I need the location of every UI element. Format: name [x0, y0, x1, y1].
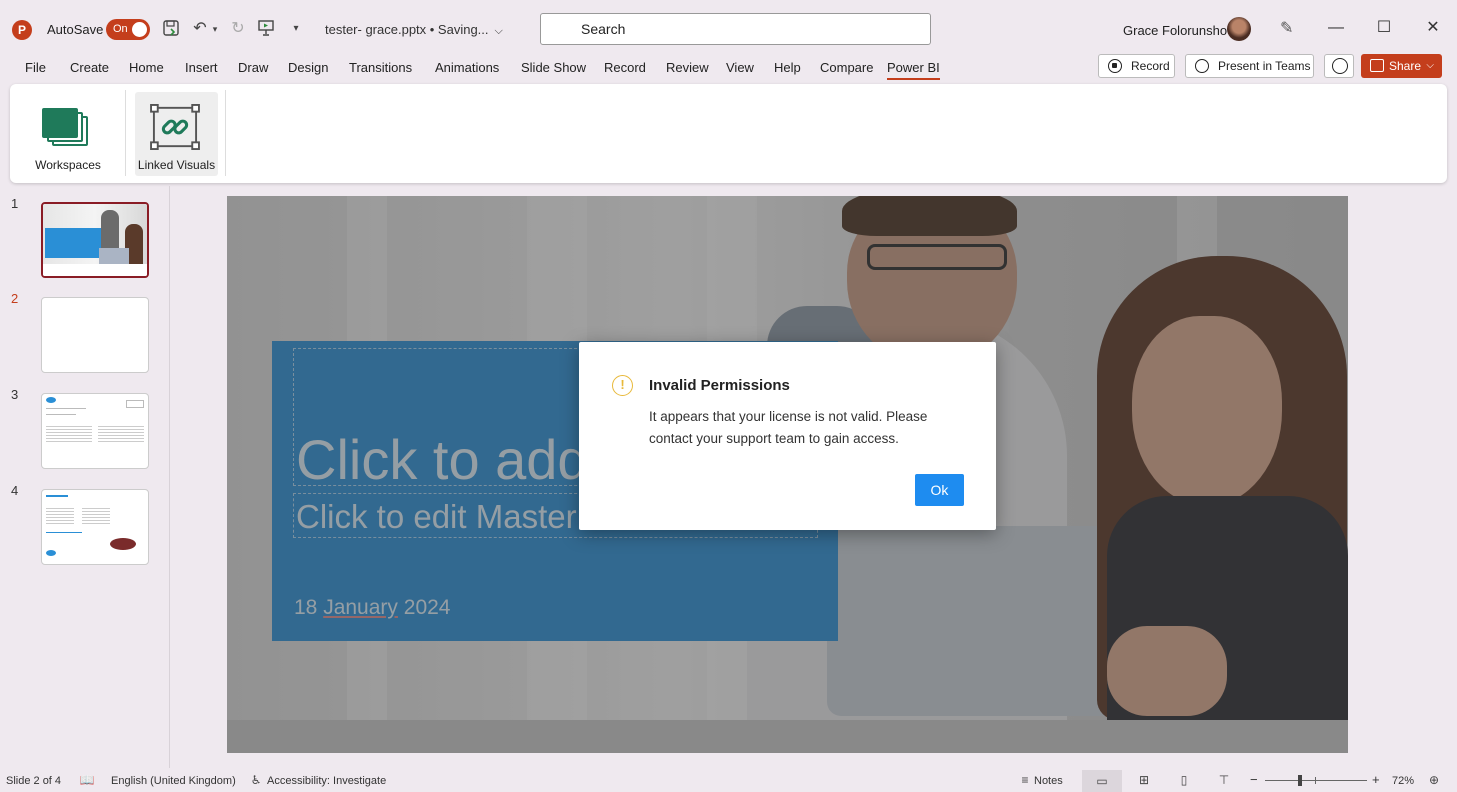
document-title-text: tester- grace.pptx • Saving...: [325, 22, 489, 37]
slide-thumbnail-2[interactable]: [41, 297, 149, 373]
linked-visuals-button[interactable]: Linked Visuals: [135, 92, 218, 176]
slide-thumbnail-4[interactable]: [41, 489, 149, 565]
share-icon: [1370, 59, 1384, 72]
accessibility-status[interactable]: Accessibility: Investigate: [267, 775, 386, 787]
chevron-down-icon: ⌵: [1426, 60, 1434, 71]
tab-insert[interactable]: Insert: [185, 60, 218, 75]
ribbon: Workspaces Linked Visuals: [10, 84, 1447, 183]
tab-draw[interactable]: Draw: [238, 60, 268, 75]
tab-transitions[interactable]: Transitions: [349, 60, 412, 75]
zoom-out-button[interactable]: −: [1250, 772, 1258, 787]
notes-button[interactable]: Notes: [1034, 775, 1063, 787]
language[interactable]: English (United Kingdom): [111, 775, 236, 787]
ribbon-separator: [225, 90, 226, 176]
ribbon-separator: [125, 90, 126, 176]
toggle-knob: [132, 22, 147, 37]
normal-view-icon[interactable]: ▭: [1082, 770, 1122, 792]
tab-record[interactable]: Record: [604, 60, 646, 75]
slide-thumbnail-1[interactable]: [41, 202, 149, 278]
search-placeholder: Search: [581, 21, 626, 37]
copilot-button[interactable]: [1324, 54, 1354, 78]
slide-show-icon[interactable]: ⊤: [1216, 773, 1232, 787]
linked-visuals-label: Linked Visuals: [137, 158, 216, 172]
maximize-button[interactable]: ☐: [1369, 16, 1399, 40]
search-input[interactable]: Search: [540, 13, 931, 45]
avatar[interactable]: [1227, 17, 1251, 41]
tab-home[interactable]: Home: [129, 60, 164, 75]
panel-divider: [169, 186, 170, 768]
slide-thumbnail-3[interactable]: [41, 393, 149, 469]
warning-icon: !: [612, 375, 633, 396]
tab-design[interactable]: Design: [288, 60, 328, 75]
fit-to-window-icon[interactable]: ⊕: [1426, 773, 1442, 787]
tab-create[interactable]: Create: [70, 60, 109, 75]
share-button-label: Share: [1389, 59, 1422, 73]
notes-icon[interactable]: ≡: [1015, 773, 1035, 787]
slide-number: 4: [11, 483, 19, 498]
invalid-permissions-dialog: ! Invalid Permissions It appears that yo…: [579, 342, 996, 530]
powerpoint-logo-icon: P: [12, 20, 32, 40]
record-button-label: Record: [1131, 59, 1170, 73]
zoom-slider[interactable]: [1265, 780, 1367, 781]
designer-pen-icon[interactable]: ✎: [1280, 18, 1293, 38]
minimize-button[interactable]: —: [1321, 16, 1351, 40]
autosave-state: On: [113, 23, 128, 35]
tab-power-bi[interactable]: Power BI: [887, 60, 940, 80]
tab-compare[interactable]: Compare: [820, 60, 873, 75]
ok-button[interactable]: Ok: [915, 474, 964, 506]
status-bar: Slide 2 of 4 📖 English (United Kingdom) …: [0, 770, 1457, 792]
redo-icon[interactable]: ↻: [228, 19, 248, 39]
workspaces-icon: [42, 108, 90, 150]
slide-number: 1: [11, 196, 19, 211]
chevron-down-icon: ⌵: [494, 25, 503, 37]
zoom-in-button[interactable]: +: [1372, 772, 1380, 787]
zoom-slider-midpoint: [1315, 777, 1316, 784]
reading-view-icon[interactable]: ▯: [1176, 773, 1192, 787]
title-bar: P AutoSave On ↶ ▾ ↻ ▾ tester- grace.pptx…: [0, 0, 1457, 56]
link-icon: [150, 104, 200, 150]
undo-icon[interactable]: ↶: [190, 19, 210, 39]
slide-sorter-icon[interactable]: ⊞: [1136, 773, 1152, 787]
dialog-message: It appears that your license is not vali…: [649, 409, 928, 446]
user-name[interactable]: Grace Folorunsho: [1123, 23, 1227, 38]
share-button[interactable]: Share ⌵: [1361, 54, 1442, 78]
slide-number-current: 2: [11, 291, 19, 306]
undo-dropdown-icon[interactable]: ▾: [209, 19, 221, 39]
close-button[interactable]: ✕: [1418, 16, 1448, 40]
present-in-teams-button[interactable]: Present in Teams: [1185, 54, 1314, 78]
tab-review[interactable]: Review: [666, 60, 709, 75]
tab-animations[interactable]: Animations: [435, 60, 499, 75]
autosave-toggle[interactable]: On: [106, 19, 150, 40]
document-title[interactable]: tester- grace.pptx • Saving... ⌵: [325, 22, 503, 38]
customize-toolbar-icon[interactable]: ▾: [286, 19, 306, 39]
slide-number: 3: [11, 387, 19, 402]
record-button[interactable]: Record: [1098, 54, 1175, 78]
tab-file[interactable]: File: [25, 60, 46, 75]
teams-icon: [1195, 59, 1209, 73]
tab-slide-show[interactable]: Slide Show: [521, 60, 586, 75]
tab-view[interactable]: View: [726, 60, 754, 75]
accessibility-icon[interactable]: ♿: [248, 773, 264, 787]
present-in-teams-label: Present in Teams: [1218, 59, 1311, 73]
tab-help[interactable]: Help: [774, 60, 801, 75]
workspaces-button[interactable]: Workspaces: [24, 92, 112, 176]
dialog-title: Invalid Permissions: [649, 377, 790, 394]
autosave-label: AutoSave: [47, 22, 104, 37]
record-icon: [1108, 59, 1122, 73]
spelling-book-icon[interactable]: 📖: [79, 773, 95, 787]
present-from-beginning-icon[interactable]: [256, 19, 276, 39]
zoom-level[interactable]: 72%: [1392, 775, 1414, 787]
slide-count: Slide 2 of 4: [6, 775, 62, 787]
save-icon[interactable]: [161, 19, 181, 39]
workspaces-label: Workspaces: [35, 158, 101, 172]
zoom-slider-handle[interactable]: [1298, 775, 1302, 786]
